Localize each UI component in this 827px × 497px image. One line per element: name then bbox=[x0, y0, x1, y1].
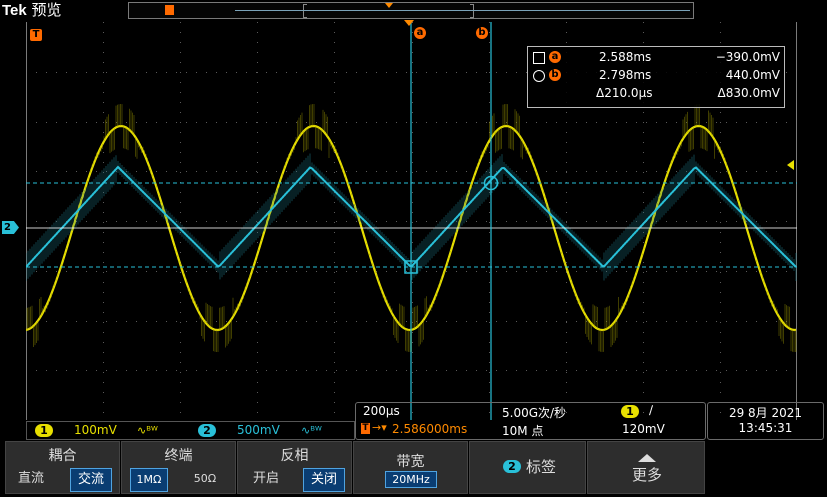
channel-info-bar[interactable]: 1 100mV ∿ᴮᵂ 2 500mV ∿ᴮᵂ bbox=[26, 421, 355, 440]
trigger-source-badge: 1 bbox=[621, 405, 639, 418]
label-text: 标签 bbox=[526, 458, 557, 476]
cursor-a-marker-label: a bbox=[416, 27, 424, 38]
horizontal-scale: 200µs bbox=[363, 404, 400, 418]
invert-on-option[interactable]: 开启 bbox=[246, 468, 286, 490]
termination-50-option[interactable]: 50Ω bbox=[188, 468, 222, 490]
cursor-a-time: 2.588ms bbox=[599, 50, 652, 64]
record-center-line bbox=[235, 10, 690, 11]
date-text: 29 8月 2021 bbox=[728, 406, 803, 420]
ch2-badge[interactable]: 2 bbox=[198, 424, 216, 437]
view-window-right bbox=[470, 4, 474, 18]
ch1-bandwidth-icon: ∿ᴮᵂ bbox=[137, 424, 158, 437]
cursor-delta-row: Δ210.0µs Δ830.0mV bbox=[528, 85, 784, 102]
acquisition-mode: 预览 bbox=[31, 1, 62, 19]
tek-logo: Tek bbox=[2, 2, 27, 19]
delta-time: Δ210.0µs bbox=[596, 86, 653, 100]
horizontal-delay: 2.586000ms bbox=[392, 422, 468, 436]
coupling-ac-option[interactable]: 交流 bbox=[70, 468, 112, 492]
delay-icon: T bbox=[361, 423, 370, 434]
delay-arrow-icon: →▾ bbox=[372, 421, 387, 434]
ch1-badge[interactable]: 1 bbox=[35, 424, 53, 437]
invert-title: 反相 bbox=[280, 448, 309, 464]
cursor-a-voltage: −390.0mV bbox=[715, 50, 780, 64]
trigger-time-arrow-icon[interactable] bbox=[404, 20, 414, 26]
horizontal-info-panel[interactable]: 200µs 5.00G次/秒 T →▾ 2.586000ms 10M 点 1 ∕… bbox=[355, 402, 706, 440]
more-menu[interactable]: 更多 bbox=[587, 441, 705, 494]
chevron-up-icon bbox=[638, 454, 656, 462]
bandwidth-menu[interactable]: 带宽 20MHz bbox=[353, 441, 468, 494]
cursor-b-marker-label: b bbox=[478, 27, 486, 38]
time-text: 13:45:31 bbox=[738, 421, 793, 435]
ch2-scale: 500mV bbox=[237, 423, 280, 437]
invert-menu[interactable]: 反相 开启 关闭 bbox=[237, 441, 352, 494]
coupling-dc-option[interactable]: 直流 bbox=[11, 468, 51, 490]
bandwidth-title: 带宽 bbox=[396, 454, 425, 470]
more-text: 更多 bbox=[632, 466, 663, 484]
cursor-b-voltage: 440.0mV bbox=[725, 68, 780, 82]
cursor-a-badge: a bbox=[549, 51, 561, 63]
ch2-level-marker[interactable]: 2 bbox=[2, 221, 19, 234]
coupling-menu[interactable]: 耦合 直流 交流 bbox=[5, 441, 120, 494]
record-view[interactable] bbox=[128, 2, 694, 19]
coupling-title: 耦合 bbox=[48, 448, 77, 464]
trigger-marker-icon[interactable]: T bbox=[30, 29, 42, 41]
delta-voltage: Δ830.0mV bbox=[717, 86, 780, 100]
ch2-bandwidth-icon: ∿ᴮᵂ bbox=[301, 424, 322, 437]
expansion-point-icon bbox=[385, 3, 393, 8]
cursor-b-time: 2.798ms bbox=[599, 68, 652, 82]
brand-title: Tek 预览 bbox=[2, 0, 62, 20]
trigger-slope-icon: ∕ bbox=[649, 403, 654, 417]
invert-off-option[interactable]: 关闭 bbox=[303, 468, 345, 492]
cursor-b-badge: b bbox=[549, 69, 561, 81]
circle-icon bbox=[533, 70, 545, 82]
ch2-level-label: 2 bbox=[4, 222, 11, 233]
record-length: 10M 点 bbox=[502, 424, 544, 438]
cursor-readout-panel[interactable]: a 2.588ms −390.0mV b 2.798ms 440.0mV Δ21… bbox=[527, 46, 785, 108]
cursor-b-marker[interactable]: b bbox=[476, 27, 488, 39]
ch1-scale: 100mV bbox=[74, 423, 117, 437]
sample-rate: 5.00G次/秒 bbox=[502, 406, 567, 420]
termination-menu[interactable]: 终端 1MΩ 50Ω bbox=[121, 441, 236, 494]
trigger-position-icon bbox=[165, 5, 174, 15]
cursor-a-row: a 2.588ms −390.0mV bbox=[528, 49, 784, 66]
cursor-b-row: b 2.798ms 440.0mV bbox=[528, 67, 784, 84]
trigger-marker-label: T bbox=[32, 29, 40, 40]
bandwidth-value[interactable]: 20MHz bbox=[385, 471, 437, 488]
top-status-bar: Tek 预览 bbox=[0, 0, 827, 20]
trigger-level: 120mV bbox=[622, 422, 665, 436]
square-icon bbox=[533, 52, 545, 64]
view-window-left bbox=[303, 4, 307, 18]
datetime-panel[interactable]: 29 8月 2021 13:45:31 bbox=[707, 402, 824, 440]
trigger-level-arrow-icon[interactable] bbox=[787, 160, 794, 170]
termination-1m-option[interactable]: 1MΩ bbox=[130, 468, 168, 492]
label-ch2-badge: 2 bbox=[503, 460, 521, 473]
label-menu[interactable]: 2 标签 bbox=[469, 441, 586, 494]
cursor-a-marker[interactable]: a bbox=[414, 27, 426, 39]
termination-title: 终端 bbox=[164, 448, 193, 464]
